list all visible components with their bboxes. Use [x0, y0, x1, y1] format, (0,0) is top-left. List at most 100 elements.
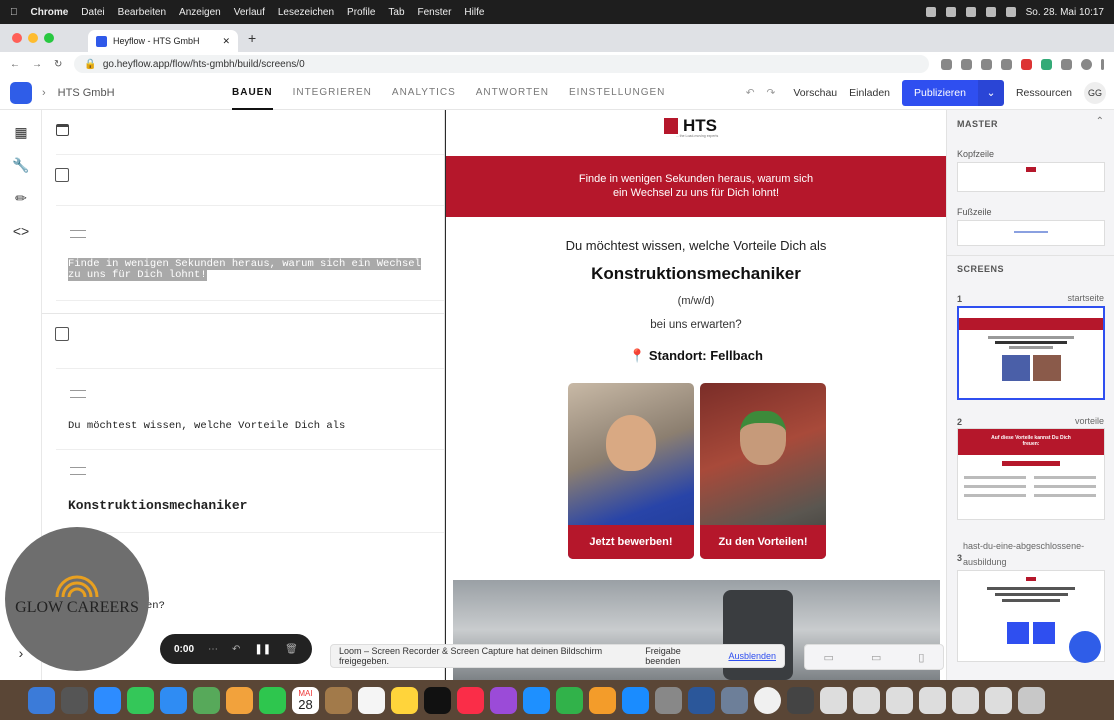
header-thumbnail[interactable] [957, 162, 1105, 192]
status-icon[interactable] [945, 7, 956, 17]
notes-icon[interactable] [391, 686, 418, 714]
tab-bauen[interactable]: BAUEN [232, 76, 273, 110]
text-block[interactable]: Konstruktionsmechaniker [56, 451, 444, 533]
tab-antworten[interactable]: ANTWORTEN [476, 76, 549, 110]
reminders-icon[interactable] [358, 686, 385, 714]
numbers-icon[interactable] [556, 686, 583, 714]
forward-icon[interactable]: → [32, 59, 42, 70]
minimize-window-button[interactable] [28, 33, 38, 43]
menu-item-datei[interactable]: Datei [81, 7, 104, 18]
extension-icon[interactable] [1021, 58, 1032, 70]
preview-button[interactable]: Vorschau [793, 87, 837, 99]
pages-icon[interactable] [589, 686, 616, 714]
redo-icon[interactable]: ↷ [767, 87, 776, 99]
screen-thumbnail-vorteile[interactable]: Auf diese Vorteile kannst Du Dich freuen… [957, 428, 1105, 520]
invite-button[interactable]: Einladen [849, 87, 890, 99]
collapse-icon[interactable]: ⌃ [1096, 116, 1104, 127]
menu-item-hilfe[interactable]: Hilfe [464, 7, 484, 18]
photos-icon[interactable] [226, 686, 253, 714]
text-block-content[interactable]: Konstruktionsmechaniker [68, 498, 247, 513]
mail-icon[interactable] [160, 686, 187, 714]
wrench-icon[interactable]: 🔧 [12, 157, 29, 173]
apple-icon[interactable]:  [10, 7, 18, 18]
browser-tab[interactable]: Heyflow - HTS GmbH ✕ [88, 30, 238, 52]
menu-item-bearbeiten[interactable]: Bearbeiten [118, 7, 166, 18]
recent-window-thumbnail[interactable] [952, 686, 979, 714]
window-icon[interactable] [56, 124, 69, 136]
brush-icon[interactable]: ✏ [13, 190, 29, 206]
chat-help-button[interactable] [1069, 631, 1101, 663]
status-icon[interactable] [925, 7, 936, 17]
podcasts-icon[interactable] [490, 686, 517, 714]
more-icon[interactable] [1101, 58, 1104, 70]
search-icon[interactable] [985, 7, 996, 17]
apply-button[interactable]: Jetzt bewerben! [568, 525, 694, 559]
apple-tv-icon[interactable] [424, 686, 451, 714]
recent-window-thumbnail[interactable] [853, 686, 880, 714]
text-block-content[interactable]: Du möchtest wissen, welche Vorteile Dich… [68, 420, 345, 432]
breadcrumb-project[interactable]: HTS GmbH [58, 87, 115, 99]
menu-item-tab[interactable]: Tab [388, 7, 404, 18]
messages-icon[interactable] [127, 686, 154, 714]
publish-dropdown-button[interactable]: ⌄ [977, 80, 1004, 106]
recent-window-thumbnail[interactable] [787, 686, 814, 714]
mobile-icon[interactable]: ▯ [918, 651, 924, 664]
facetime-icon[interactable] [259, 686, 286, 714]
app-store-icon[interactable] [622, 686, 649, 714]
extension-icon[interactable] [961, 58, 972, 70]
close-tab-icon[interactable]: ✕ [222, 36, 230, 47]
screen-name[interactable]: hast-du-eine-abgeschlossene-ausbildung [963, 538, 1105, 570]
drag-handle-icon[interactable] [70, 467, 86, 475]
url-bar[interactable]: 🔒 go.heyflow.app/flow/hts-gmbh/build/scr… [74, 55, 929, 73]
tablet-icon[interactable]: ▭ [871, 651, 881, 664]
text-block[interactable]: Finde in wenigen Sekunden heraus, warum … [56, 205, 444, 301]
text-block[interactable]: Du möchtest wissen, welche Vorteile Dich… [56, 368, 444, 450]
undo-icon[interactable]: ↶ [746, 87, 755, 99]
reload-icon[interactable]: ↻ [54, 59, 62, 70]
menu-item-profile[interactable]: Profile [347, 7, 375, 18]
recent-window-thumbnail[interactable] [886, 686, 913, 714]
music-icon[interactable] [457, 686, 484, 714]
desktop-icon[interactable]: ▭ [824, 651, 834, 664]
drag-handle-icon[interactable] [70, 390, 86, 398]
contacts-icon[interactable] [325, 686, 352, 714]
close-window-button[interactable] [12, 33, 22, 43]
heyflow-logo[interactable] [10, 81, 32, 104]
menu-item-anzeigen[interactable]: Anzeigen [179, 7, 221, 18]
extension-icon[interactable] [941, 58, 952, 70]
maps-icon[interactable] [193, 686, 220, 714]
calendar-icon[interactable]: MAI 28 [292, 686, 319, 714]
star-icon[interactable] [1001, 58, 1012, 70]
grid-block-icon[interactable] [55, 327, 69, 341]
back-icon[interactable]: ← [10, 59, 20, 70]
word-icon[interactable] [688, 686, 715, 714]
benefits-card[interactable]: Zu den Vorteilen! [700, 383, 826, 559]
control-center-icon[interactable] [1005, 7, 1016, 17]
code-icon[interactable]: <> [13, 223, 29, 239]
resources-button[interactable]: Ressourcen [1016, 87, 1072, 99]
grid-block-icon[interactable] [55, 168, 69, 182]
text-block-content[interactable]: Finde in wenigen Sekunden heraus, warum … [68, 258, 434, 281]
grid-icon[interactable]: ⋯ [208, 644, 218, 655]
keynote-icon[interactable] [523, 686, 550, 714]
extension-icon[interactable] [981, 58, 992, 70]
user-avatar[interactable]: GG [1084, 82, 1106, 104]
tab-analytics[interactable]: ANALYTICS [392, 76, 456, 110]
recent-window-thumbnail[interactable] [919, 686, 946, 714]
screen-thumbnail-startseite[interactable] [957, 306, 1105, 400]
launchpad-icon[interactable] [61, 686, 88, 714]
recent-window-thumbnail[interactable] [820, 686, 847, 714]
menu-item-verlauf[interactable]: Verlauf [234, 7, 265, 18]
screen-name[interactable]: startseite [1067, 293, 1104, 303]
apply-card[interactable]: Jetzt bewerben! [568, 383, 694, 559]
footer-thumbnail[interactable] [957, 220, 1105, 246]
new-tab-button[interactable]: + [248, 30, 256, 46]
safari-icon[interactable] [94, 686, 121, 714]
stop-sharing-button[interactable]: Freigabe beenden [645, 646, 712, 666]
pause-icon[interactable]: ❚❚ [254, 644, 271, 655]
chrome-icon[interactable] [754, 686, 781, 714]
profile-avatar[interactable] [1081, 58, 1092, 70]
dashboard-icon[interactable]: ▦ [13, 124, 29, 140]
menu-item-fenster[interactable]: Fenster [418, 7, 452, 18]
menu-app-name[interactable]: Chrome [31, 7, 69, 18]
